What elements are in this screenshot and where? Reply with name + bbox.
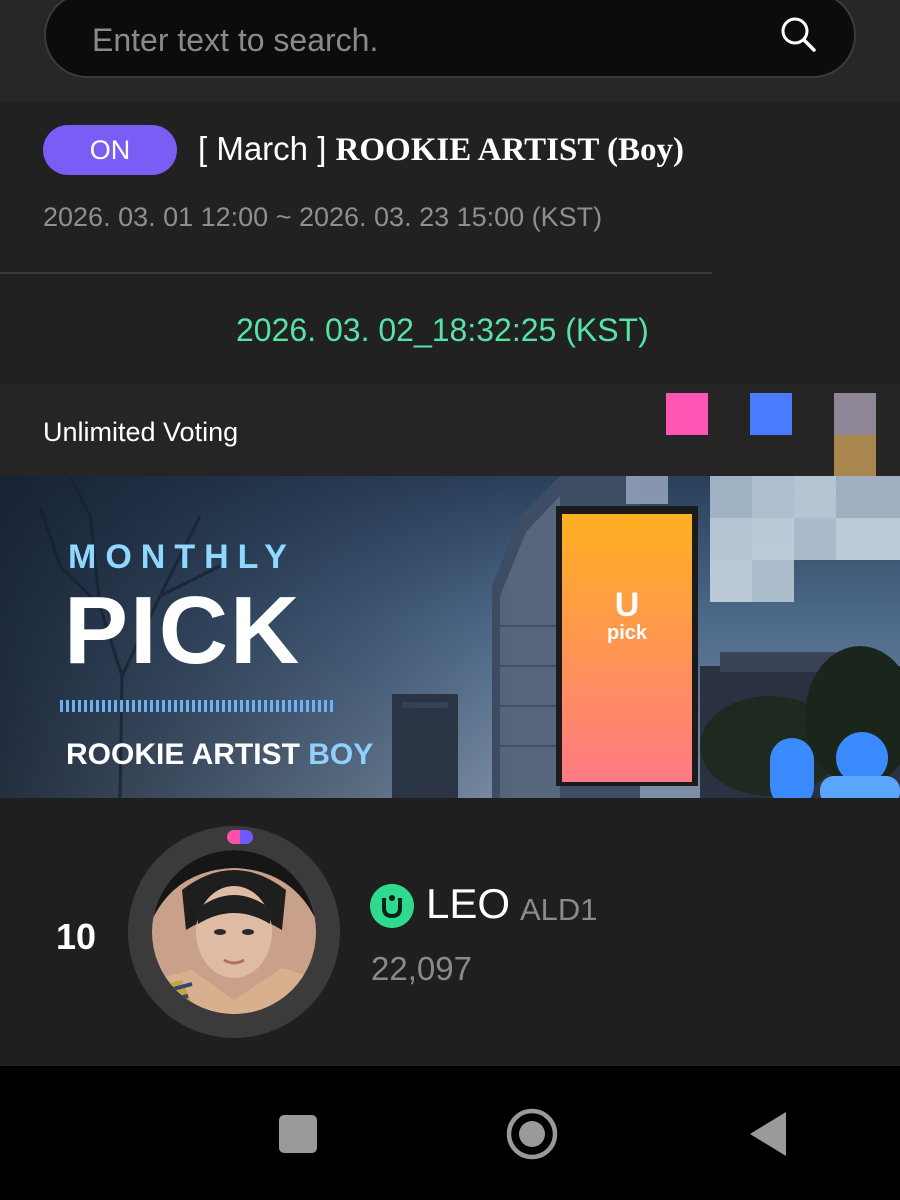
- back-triangle-icon[interactable]: [742, 1108, 794, 1160]
- voting-type-label: Unlimited Voting: [43, 417, 239, 447]
- event-period: 2026. 03. 01 12:00 ~ 2026. 03. 23 15:00 …: [43, 202, 603, 232]
- event-title-month: [ March ]: [198, 130, 327, 167]
- pixel-decoration: [750, 393, 792, 435]
- system-navigation-bar: [0, 1066, 900, 1200]
- event-title-name: ROOKIE ARTIST (Boy): [335, 132, 685, 168]
- status-badge: ON: [43, 125, 177, 175]
- pixel-decoration: [666, 393, 708, 435]
- vote-count: 22,097: [371, 950, 472, 987]
- billboard-logo-mark: U: [614, 586, 640, 624]
- search-icon[interactable]: [778, 14, 818, 54]
- billboard-logo-text: pick: [606, 622, 648, 644]
- avatar[interactable]: [152, 850, 316, 1014]
- voting-type-bar: Unlimited Voting: [0, 384, 900, 476]
- banner-monthly-text: MONTHLY: [68, 538, 296, 576]
- banner-subtitle-main: ROOKIE ARTIST: [66, 738, 300, 771]
- rank-indicator: [227, 830, 253, 844]
- banner-subtitle-accent: BOY: [308, 738, 374, 771]
- search-placeholder: Enter text to search.: [92, 22, 379, 58]
- square-icon[interactable]: [272, 1108, 324, 1160]
- event-banner[interactable]: MONTHLY PICK ROOKIE ARTIST BOY U pick: [0, 476, 900, 798]
- billboard-logo: U pick: [592, 588, 662, 644]
- search-bar-area: Enter text to search.: [0, 0, 900, 102]
- artist-name: LEO: [426, 880, 511, 927]
- ranking-row[interactable]: 10 LEO ALD1 22,097: [0, 798, 900, 1066]
- banner-subtitle: ROOKIE ARTIST BOY: [66, 738, 373, 772]
- banner-pick-text: PICK: [64, 577, 302, 684]
- avatar-photo: [152, 850, 316, 1014]
- pixel-decoration: [834, 435, 876, 476]
- circle-icon[interactable]: [506, 1108, 558, 1160]
- pixel-decoration: [834, 393, 876, 435]
- current-time: 2026. 03. 02_18:32:25 (KST): [236, 312, 649, 348]
- search-input[interactable]: Enter text to search.: [44, 0, 856, 78]
- divider: [0, 272, 712, 274]
- artist-group: ALD1: [520, 892, 598, 927]
- banner-stripe: [60, 700, 334, 712]
- avatar-ring: [128, 826, 340, 1038]
- rank-number: 10: [56, 916, 97, 957]
- event-header: ON [ March ] ROOKIE ARTIST (Boy) 2026. 0…: [0, 102, 900, 384]
- artist-platform-icon: [370, 884, 414, 928]
- event-title: [ March ] ROOKIE ARTIST (Boy): [198, 130, 684, 169]
